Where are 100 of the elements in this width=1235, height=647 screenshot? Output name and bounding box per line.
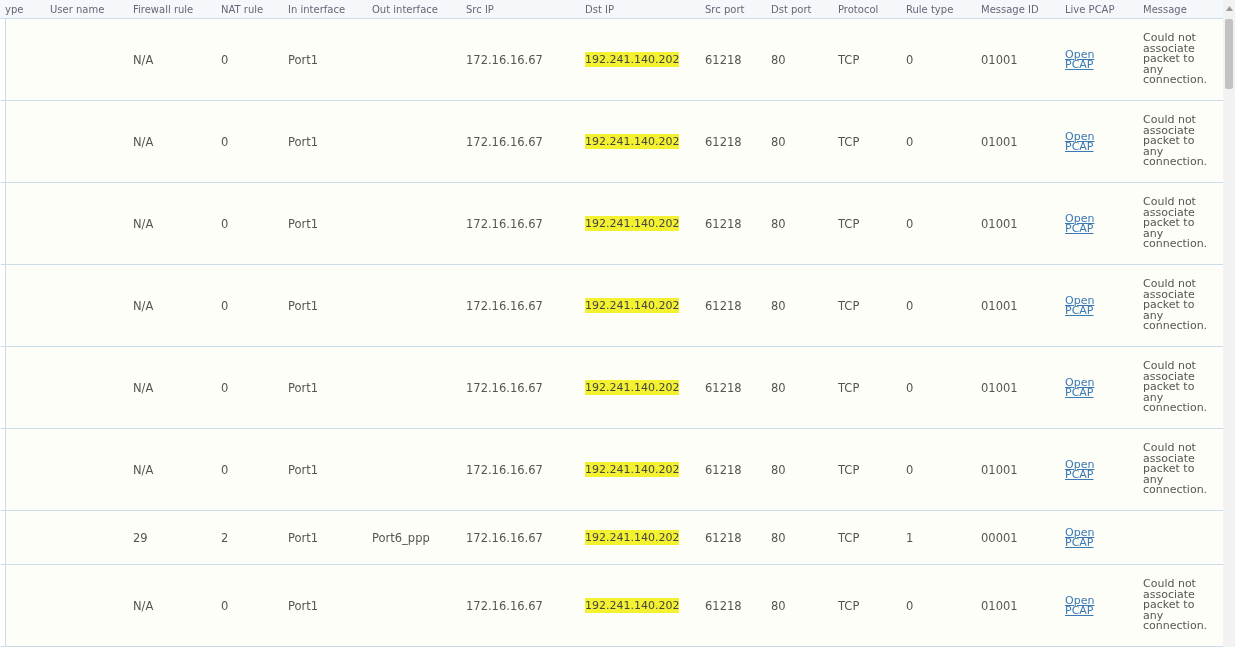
table-cell: 192.241.140.202: [585, 134, 680, 149]
table-cell: TCP: [838, 462, 860, 477]
table-cell: 0: [906, 216, 914, 231]
column-header[interactable]: Message ID: [981, 3, 1039, 15]
table-cell: 192.241.140.202: [585, 530, 680, 545]
table-cell: 192.241.140.202: [585, 52, 680, 67]
table-cell: 80: [771, 216, 786, 231]
table-cell: TCP: [838, 380, 860, 395]
table-cell: 0: [906, 380, 914, 395]
table-cell: Port1: [288, 298, 319, 313]
open-pcap-link[interactable]: Open PCAP: [1065, 459, 1101, 480]
table-cell: 01001: [981, 380, 1018, 395]
table-cell: 29: [133, 530, 148, 545]
table-cell-text: Could not associate packet to any connection.: [1143, 197, 1209, 250]
table-cell: N/A: [133, 380, 154, 395]
column-header[interactable]: Live PCAP: [1065, 3, 1115, 15]
table-cell: 0: [221, 52, 229, 67]
table-cell: Port1: [288, 462, 319, 477]
table-cell: N/A: [133, 462, 154, 477]
column-header[interactable]: Rule type: [906, 3, 954, 15]
table-cell: TCP: [838, 134, 860, 149]
column-header[interactable]: Protocol: [838, 3, 879, 15]
table-cell: 80: [771, 530, 786, 545]
table-cell-text: Could not associate packet to any connection.: [1143, 115, 1209, 168]
column-header[interactable]: Src IP: [466, 3, 494, 15]
table-cell: 0: [906, 134, 914, 149]
open-pcap-link[interactable]: Open PCAP: [1065, 131, 1101, 152]
table-cell: Port1: [288, 380, 319, 395]
table-cell: 172.16.16.67: [466, 298, 543, 313]
table-cell: 80: [771, 462, 786, 477]
table-cell-text: Could not associate packet to any connection.: [1143, 279, 1209, 332]
table-cell: 172.16.16.67: [466, 216, 543, 231]
column-header[interactable]: Dst port: [771, 3, 812, 15]
table-cell: 80: [771, 598, 786, 613]
table-cell: 61218: [705, 598, 742, 613]
table-cell-text: Could not associate packet to any connection.: [1143, 443, 1209, 496]
column-header[interactable]: Src port: [705, 3, 745, 15]
table-cell: TCP: [838, 598, 860, 613]
table-cell: 80: [771, 134, 786, 149]
table-cell: N/A: [133, 216, 154, 231]
table-cell: 01001: [981, 216, 1018, 231]
open-pcap-link[interactable]: Open PCAP: [1065, 527, 1101, 548]
table-cell: 00001: [981, 530, 1018, 545]
table-cell: N/A: [133, 52, 154, 67]
table-cell: 0: [221, 134, 229, 149]
table-cell: 192.241.140.202: [585, 462, 680, 477]
table-cell: Port1: [288, 52, 319, 67]
table-cell: 01001: [981, 52, 1018, 67]
scrollbar[interactable]: [1223, 0, 1235, 647]
column-header[interactable]: Firewall rule: [133, 3, 194, 15]
table-cell: 192.241.140.202: [585, 380, 680, 395]
table-cell: Port6_ppp: [372, 530, 430, 545]
table-cell: 61218: [705, 52, 742, 67]
scrollbar-thumb[interactable]: [1225, 19, 1233, 89]
table-cell: 192.241.140.202: [585, 298, 680, 313]
table-cell: 0: [906, 298, 914, 313]
table-cell: 80: [771, 298, 786, 313]
table-cell: 01001: [981, 298, 1018, 313]
table-cell: TCP: [838, 298, 860, 313]
table-cell: N/A: [133, 598, 154, 613]
open-pcap-link[interactable]: Open PCAP: [1065, 377, 1101, 398]
column-header[interactable]: Out interface: [372, 3, 438, 15]
table-cell: 192.241.140.202: [585, 598, 680, 613]
table-cell: 0: [221, 462, 229, 477]
table-cell: Port1: [288, 216, 319, 231]
column-header[interactable]: Message: [1143, 3, 1187, 15]
column-header[interactable]: Dst IP: [585, 3, 614, 15]
table-cell-text: Could not associate packet to any connection.: [1143, 361, 1209, 414]
table-cell: 61218: [705, 298, 742, 313]
table-cell: TCP: [838, 530, 860, 545]
table-cell: 0: [906, 598, 914, 613]
scroll-up-icon[interactable]: [1225, 6, 1233, 11]
column-header[interactable]: ype: [5, 3, 24, 15]
column-header[interactable]: User name: [50, 3, 105, 15]
table-cell: 2: [221, 530, 229, 545]
table-cell: 0: [906, 462, 914, 477]
open-pcap-link[interactable]: Open PCAP: [1065, 595, 1101, 616]
table-cell: 0: [221, 598, 229, 613]
table-cell: TCP: [838, 52, 860, 67]
open-pcap-link[interactable]: Open PCAP: [1065, 49, 1101, 70]
table-cell-text: Could not associate packet to any connection.: [1143, 579, 1209, 632]
table-cell: 61218: [705, 380, 742, 395]
table-cell: 01001: [981, 134, 1018, 149]
table-cell: 172.16.16.67: [466, 530, 543, 545]
table-cell: 0: [221, 298, 229, 313]
column-header[interactable]: In interface: [288, 3, 346, 15]
table-cell: 01001: [981, 598, 1018, 613]
table-cell: 80: [771, 52, 786, 67]
table-cell: 61218: [705, 462, 742, 477]
column-header[interactable]: NAT rule: [221, 3, 264, 15]
table-cell: 0: [906, 52, 914, 67]
table-cell: 0: [221, 216, 229, 231]
open-pcap-link[interactable]: Open PCAP: [1065, 295, 1101, 316]
table-cell: 61218: [705, 134, 742, 149]
table-cell: 61218: [705, 530, 742, 545]
table-cell: Port1: [288, 530, 319, 545]
table-cell-text: Could not associate packet to any connection.: [1143, 33, 1209, 86]
table-cell: 0: [221, 380, 229, 395]
open-pcap-link[interactable]: Open PCAP: [1065, 213, 1101, 234]
table-cell: 172.16.16.67: [466, 380, 543, 395]
